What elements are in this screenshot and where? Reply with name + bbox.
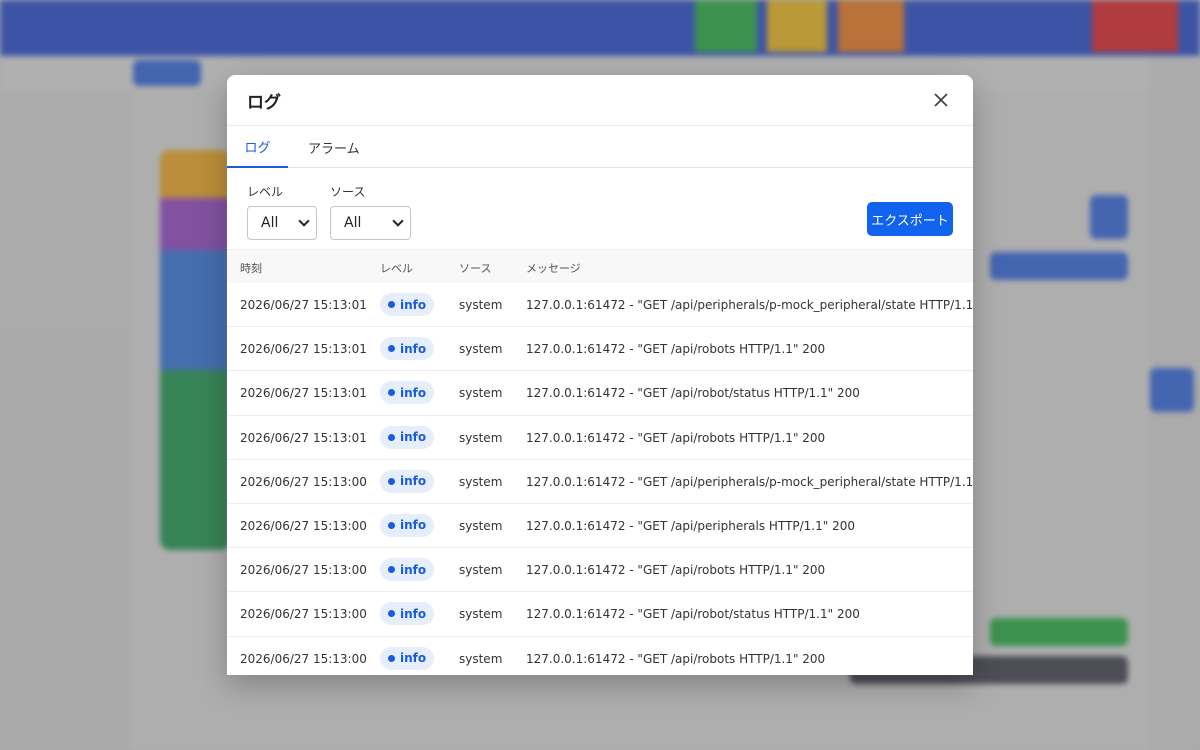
row-message: 127.0.0.1:61472 - "GET /api/robots HTTP/… [526,651,826,666]
export-button[interactable]: エクスポート [867,202,953,236]
table-row: 2026/06/27 15:13:00 info system 127.0.0.… [227,504,973,549]
dot-icon [388,301,395,308]
row-source: system [459,342,503,357]
row-time: 2026/06/27 15:13:01 [240,386,367,401]
level-select-value: All [261,215,279,231]
level-badge: info [380,381,435,405]
row-level: info [380,558,435,582]
header-level: レベル [380,262,413,275]
dialog-header: ログ [227,75,973,126]
level-badge-text: info [400,341,427,356]
source-select[interactable]: All [330,206,411,240]
source-filter-label: ソース [330,185,366,199]
row-message: 127.0.0.1:61472 - "GET /api/robots HTTP/… [526,342,826,357]
row-time: 2026/06/27 15:13:00 [240,651,367,666]
row-source: system [459,386,503,401]
row-message: 127.0.0.1:61472 - "GET /api/robot/status… [526,607,860,622]
filter-bar: レベル All ソース All エクスポート [227,168,973,250]
row-level: info [380,337,435,361]
dot-icon [388,566,395,574]
table-row: 2026/06/27 15:13:01 info system 127.0.0.… [227,371,973,416]
level-badge: info [380,337,435,361]
dot-icon [388,521,395,529]
row-time: 2026/06/27 15:13:01 [240,298,367,312]
row-time: 2026/06/27 15:13:00 [240,607,367,622]
level-badge: info [380,602,435,626]
row-level: info [380,513,435,537]
header-time: 時刻 [240,262,262,275]
table-row: 2026/06/27 15:13:00 info system 127.0.0.… [227,637,973,676]
row-level: info [380,293,435,316]
row-time: 2026/06/27 15:13:00 [240,518,367,533]
level-badge-text: info [400,385,427,400]
row-time: 2026/06/27 15:13:00 [240,563,367,578]
row-message: 127.0.0.1:61472 - "GET /api/peripherals/… [526,474,973,489]
level-badge: info [380,425,435,449]
close-icon [934,93,948,107]
row-source: system [459,563,503,578]
level-badge: info [380,293,435,316]
row-message: 127.0.0.1:61472 - "GET /api/robots HTTP/… [526,430,826,445]
row-time: 2026/06/27 15:13:00 [240,474,367,489]
level-badge-text: info [400,518,427,533]
dot-icon [388,389,395,397]
level-badge: info [380,646,435,670]
row-message: 127.0.0.1:61472 - "GET /api/robot/status… [526,386,860,401]
row-source: system [459,651,503,666]
row-time: 2026/06/27 15:13:01 [240,342,367,357]
level-badge-text: info [400,297,427,312]
level-badge-text: info [400,562,427,577]
row-source: system [459,607,503,622]
close-button[interactable] [929,88,953,112]
row-source: system [459,430,503,445]
level-filter-label: レベル [247,185,284,199]
dot-icon [388,477,395,485]
row-message: 127.0.0.1:61472 - "GET /api/robots HTTP/… [526,563,826,578]
level-badge: info [380,513,435,537]
level-badge: info [380,469,435,493]
row-message: 127.0.0.1:61472 - "GET /api/peripherals … [526,518,855,533]
dot-icon [388,610,395,618]
chevron-down-icon [298,215,310,227]
log-dialog: ログ ログ アラーム レベル All ソース All エクスポート 時刻 レベル… [227,75,973,675]
level-badge-text: info [400,651,427,665]
level-badge-text: info [400,430,427,445]
row-level: info [380,602,435,626]
table-row: 2026/06/27 15:13:01 info system 127.0.0.… [227,416,973,460]
dot-icon [388,345,395,353]
tab-alarm[interactable]: アラーム [288,126,380,168]
table-row: 2026/06/27 15:13:00 info system 127.0.0.… [227,592,973,637]
level-badge: info [380,558,435,582]
log-table-header: 時刻 レベル ソース メッセージ [227,250,973,283]
level-badge-text: info [400,474,427,489]
header-message: メッセージ [526,262,581,275]
source-select-value: All [344,215,362,231]
row-message: 127.0.0.1:61472 - "GET /api/peripherals/… [526,298,973,312]
dialog-tabs: ログ アラーム [227,126,973,168]
source-filter: ソース All [330,183,411,240]
row-source: system [459,518,503,533]
level-badge-text: info [400,606,427,621]
dot-icon [388,433,395,441]
header-source: ソース [459,262,492,275]
dialog-title: ログ [247,92,281,113]
dot-icon [388,654,395,662]
row-level: info [380,646,435,670]
chevron-down-icon [392,215,404,227]
row-time: 2026/06/27 15:13:01 [240,430,367,445]
row-source: system [459,474,503,489]
row-level: info [380,381,435,405]
table-row: 2026/06/27 15:13:01 info system 127.0.0.… [227,283,973,328]
row-level: info [380,469,435,493]
level-select[interactable]: All [247,206,317,240]
tab-log[interactable]: ログ [227,126,288,168]
table-row: 2026/06/27 15:13:00 info system 127.0.0.… [227,548,973,593]
row-level: info [380,425,435,449]
level-filter: レベル All [247,183,317,240]
table-row: 2026/06/27 15:13:00 info system 127.0.0.… [227,460,973,504]
row-source: system [459,298,503,312]
table-row: 2026/06/27 15:13:01 info system 127.0.0.… [227,327,973,372]
log-table-body: 2026/06/27 15:13:01 info system 127.0.0.… [227,283,973,675]
